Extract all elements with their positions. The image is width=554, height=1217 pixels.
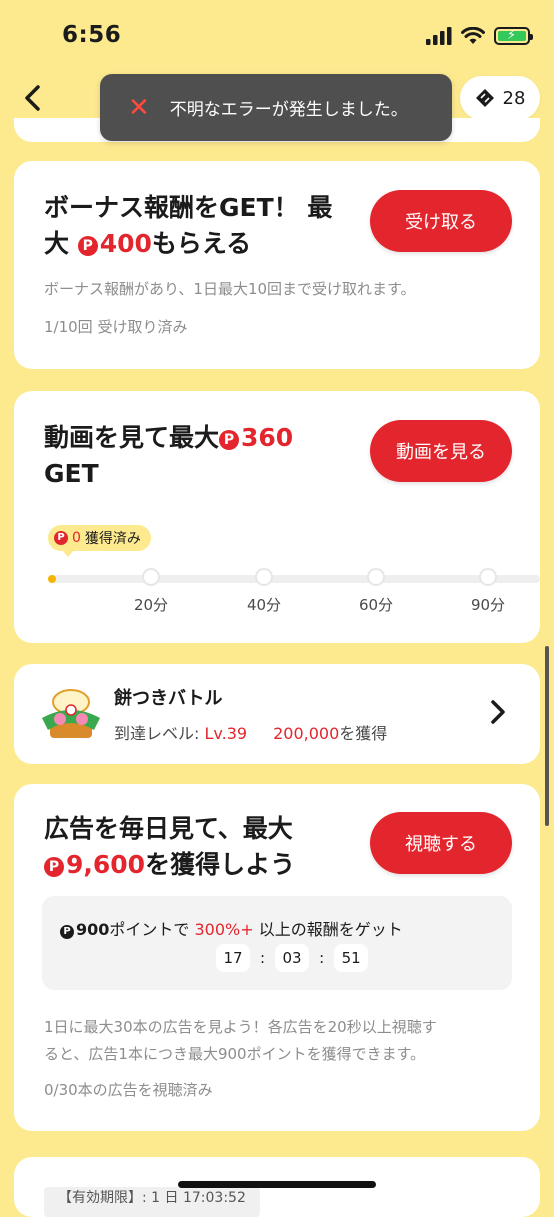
status-icons: ⚡ <box>426 27 533 45</box>
validity-label: 【有効期限】: 1 日 17:03:52 <box>44 1187 260 1217</box>
claim-bonus-button[interactable]: 受け取る <box>370 190 512 252</box>
video-progress-fill <box>48 575 56 583</box>
milestone-label: 40分 <box>246 596 282 614</box>
wifi-icon <box>461 27 485 44</box>
status-time: 6:56 <box>62 22 122 48</box>
signal-icon <box>426 27 452 45</box>
earned-label: 獲得済み <box>84 531 141 547</box>
toast-message: 不明なエラーが発生しました。 <box>169 100 408 120</box>
watch-video-button[interactable]: 動画を見る <box>370 420 512 482</box>
bonus-title: ボーナス報酬をGET！ 最 大 P 400もらえる <box>44 193 333 258</box>
milestone-label: 20分 <box>133 596 169 614</box>
timer-seconds: 51 <box>334 944 369 972</box>
video-progress-track <box>48 575 540 583</box>
timer-minutes: 03 <box>275 944 310 972</box>
bonus-card: ボーナス報酬をGET！ 最 大 P 400もらえる 受け取る ボーナス報酬があり、… <box>14 161 540 369</box>
mochi-level: Lv.39 <box>204 724 248 743</box>
ad-card: 広告を毎日見て、最大 P 9,600を獲得しよう 視聴する P 900ポイントで 3… <box>14 784 540 1131</box>
ad-title: 広告を毎日見て、最大 P 9,600を獲得しよう <box>44 814 296 879</box>
ad-amount: 9,600 <box>66 850 146 879</box>
mochi-battle-card[interactable]: 餅つきバトル 到達レベル: Lv.39 200,000を獲得 <box>14 664 540 764</box>
milestone-dot <box>367 568 385 586</box>
error-toast: ✕ 不明なエラーが発生しました。 <box>100 74 452 141</box>
countdown-timer: 17 : 03 : 51 <box>216 944 369 972</box>
error-x-icon: ✕ <box>128 92 150 123</box>
battery-icon: ⚡ <box>494 27 533 45</box>
bonus-amount: 400 <box>99 229 152 258</box>
milestone-label: 60分 <box>358 596 394 614</box>
video-amount: 360 <box>241 423 294 452</box>
home-indicator <box>178 1181 376 1188</box>
status-bar: 6:56 ⚡ <box>0 0 554 70</box>
earned-badge: P 0 獲得済み <box>48 525 151 557</box>
chevron-right-icon <box>491 700 505 724</box>
coin-icon: P <box>219 430 240 450</box>
milestone-dot <box>142 568 160 586</box>
ticket-count-pill[interactable]: 28 <box>460 76 540 120</box>
ticket-icon <box>475 89 494 107</box>
milestone-dot <box>255 568 273 586</box>
video-card: 動画を見て最大 P 360 GET 動画を見る P 0 獲得済み 20分 40分 6… <box>14 391 540 643</box>
chevron-left-icon <box>25 85 40 111</box>
video-title: 動画を見て最大 P 360 GET <box>44 423 294 488</box>
back-button[interactable] <box>18 82 50 114</box>
ad-progress: 0/30本の広告を視聴済み <box>44 1081 213 1099</box>
mochi-reward: 200,000 <box>273 724 340 743</box>
coin-icon: P <box>60 925 74 939</box>
watch-ad-button[interactable]: 視聴する <box>370 812 512 874</box>
bonus-progress: 1/10回 受け取り済み <box>44 318 188 336</box>
ad-description: 1日に最大30本の広告を見よう！各広告を20秒以上視聴す ると、広告1本につき最… <box>44 1018 437 1063</box>
milestone-dot <box>479 568 497 586</box>
timer-hours: 17 <box>216 944 250 972</box>
coin-icon: P <box>77 236 98 256</box>
scrollbar[interactable] <box>545 646 549 826</box>
promo-text: P 900ポイントで 300%+ 以上の報酬をゲット <box>60 916 403 940</box>
mochi-battle-info: 到達レベル: Lv.39 200,000を獲得 <box>114 724 388 743</box>
bonus-description: ボーナス報酬があり、1日最大10回まで受け取れます。 <box>44 280 416 298</box>
ticket-count: 28 <box>502 87 526 109</box>
mochi-battle-icon <box>42 689 100 738</box>
coin-icon: P <box>44 857 64 877</box>
milestone-label: 90分 <box>470 596 506 614</box>
ad-promo-box: P 900ポイントで 300%+ 以上の報酬をゲット 17 : 03 : 51 <box>42 896 512 990</box>
earned-amount: 0 <box>72 530 81 546</box>
coin-icon: P <box>54 531 68 545</box>
mochi-battle-title: 餅つきバトル <box>114 688 223 709</box>
